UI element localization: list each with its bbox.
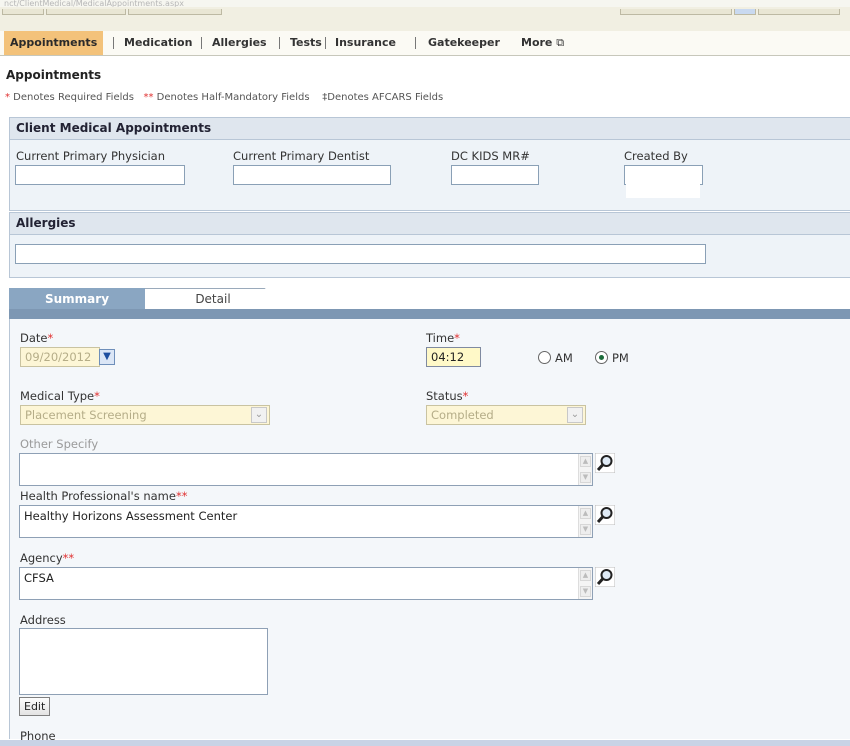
health-professional-label: Health Professional's name** [20,489,187,503]
search-icon[interactable] [595,567,615,587]
pm-label: PM [612,351,629,365]
nav-separator [279,37,280,49]
date-field[interactable]: 09/20/2012 [20,347,100,367]
section-title: Allergies [10,213,850,235]
required-mark: * [454,331,460,345]
popup-icon: ⧉ [556,36,565,49]
section-title: Client Medical Appointments [10,118,850,140]
medical-type-dropdown[interactable]: ⌄ [251,407,267,423]
tab-strip: Detail Summary [9,288,850,310]
page-title: Appointments [6,68,102,82]
dentist-label: Current Primary Dentist [233,149,370,163]
medical-type-label-text: Medical Type [20,389,95,403]
nav-medication[interactable]: Medication [124,31,192,55]
nav-appointments[interactable]: Appointments [4,31,104,55]
tab-underline [9,309,850,319]
required-mark: * [47,331,54,345]
header-segment [758,9,840,15]
scrollbar[interactable]: ▲ ▼ [578,506,592,537]
client-medical-section: Client Medical Appointments [9,117,850,211]
header-segment [2,9,44,15]
scroll-up-icon[interactable]: ▲ [580,570,591,581]
chevron-down-icon: ▼ [103,351,111,362]
legend: * Denotes Required Fields ** Denotes Hal… [5,92,443,103]
edit-button[interactable]: Edit [19,697,51,716]
dentist-field[interactable] [233,165,391,185]
other-specify-field[interactable] [19,453,593,486]
legend-half-mark: ** [143,92,154,103]
chevron-down-icon: ⌄ [254,409,264,420]
nav-separator [113,37,114,49]
date-picker-button[interactable]: ▼ [99,349,115,365]
legend-required-text: Denotes Required Fields [10,92,134,103]
scroll-up-icon[interactable]: ▲ [580,456,591,467]
search-icon[interactable] [595,505,615,525]
status-label: Status* [426,389,468,403]
scroll-down-icon[interactable]: ▼ [580,472,591,483]
header-segment [128,9,222,15]
header-segment [46,9,126,15]
am-label: AM [555,351,573,365]
nav-insurance[interactable]: Insurance [335,31,396,55]
tab-detail[interactable]: Detail [137,288,289,310]
header-strip [0,7,850,32]
scroll-down-icon[interactable]: ▼ [580,524,591,535]
agency-label-text: Agency [20,551,63,565]
scroll-down-icon[interactable]: ▼ [580,586,591,597]
nav-bar: Appointments Medication Allergies Tests … [0,31,850,56]
tab-summary[interactable]: Summary [9,288,145,310]
status-label-text: Status [426,389,463,403]
medical-type-select[interactable]: Placement Screening [20,405,270,425]
header-segment [620,9,732,15]
header-segment [734,9,756,15]
physician-field[interactable] [15,165,185,185]
address-label: Address [20,613,66,627]
mr-label: DC KIDS MR# [451,149,530,163]
am-radio[interactable] [538,351,551,364]
allergies-field[interactable] [15,244,706,264]
legend-afcars-text: Denotes AFCARS Fields [327,92,444,103]
required-mark: * [94,389,100,403]
nav-separator [201,37,202,49]
agency-field[interactable]: CFSA [19,567,593,600]
nav-separator [325,37,326,49]
other-specify-label: Other Specify [20,437,99,451]
scroll-up-icon[interactable]: ▲ [580,508,591,519]
bottom-bar [0,740,850,746]
status-dropdown[interactable]: ⌄ [567,407,583,423]
address-field[interactable] [19,628,268,695]
half-mandatory-mark: ** [62,551,75,565]
chevron-down-icon: ⌄ [570,409,580,420]
physician-label: Current Primary Physician [16,149,166,163]
time-label: Time* [426,331,460,345]
legend-half-text: Denotes Half-Mandatory Fields [153,92,310,103]
nav-allergies[interactable]: Allergies [212,31,267,55]
time-label-text: Time [426,331,455,345]
date-label-text: Date [20,331,48,345]
status-select[interactable]: Completed [426,405,586,425]
medical-type-label: Medical Type* [20,389,100,403]
health-professional-label-text: Health Professional's name [20,489,176,503]
url-bar: nct/ClientMedical/MedicalAppointments.as… [0,0,850,7]
nav-separator [415,37,416,49]
time-field[interactable]: 04:12 [426,347,481,367]
nav-tests[interactable]: Tests [290,31,322,55]
created-by-overlay [626,167,700,198]
agency-label: Agency** [20,551,74,565]
scrollbar[interactable]: ▲ ▼ [578,568,592,599]
nav-more-label: More [521,36,553,49]
health-professional-field[interactable]: Healthy Horizons Assessment Center [19,505,593,538]
date-label: Date* [20,331,53,345]
pm-radio[interactable] [595,351,608,364]
created-by-label: Created By [624,149,688,163]
half-mandatory-mark: ** [175,489,188,503]
nav-gatekeeper[interactable]: Gatekeeper [428,31,500,55]
scrollbar[interactable]: ▲ ▼ [578,454,592,485]
nav-more[interactable]: More ⧉ [521,31,564,55]
required-mark: * [462,389,469,403]
search-icon[interactable] [595,453,615,473]
mr-field[interactable] [451,165,539,185]
